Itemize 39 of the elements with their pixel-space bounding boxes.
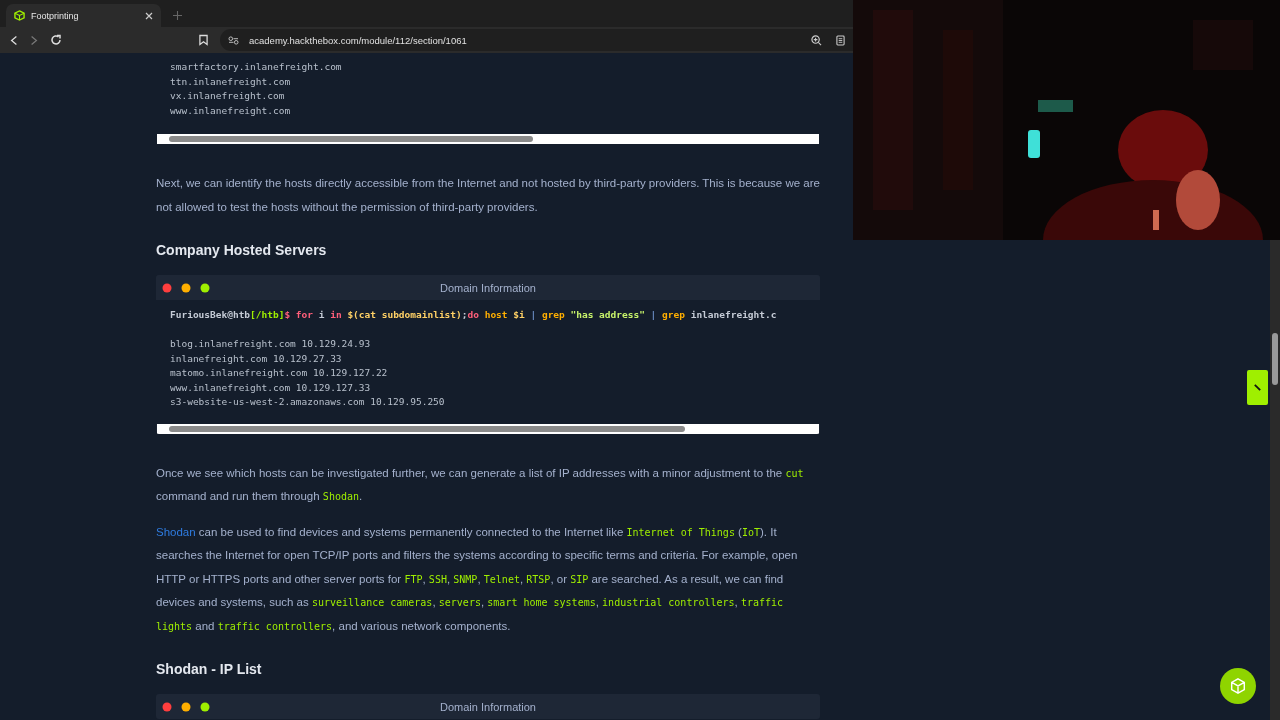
paragraph: Next, we can identify the hosts directly accessible from the Internet and not hosted by third-party providers. This is because we are not allowed to test the hosts without the permission of third-party providers. [156, 176, 820, 215]
close-icon[interactable] [145, 11, 153, 20]
new-tab-icon[interactable] [173, 11, 182, 20]
output-line: vx.inlanefreight.com [170, 89, 286, 104]
terminal-title: Domain Information [440, 700, 537, 713]
output-line: www.inlanefreight.com 10.129.127.33 [170, 380, 372, 395]
bookmark-icon[interactable] [199, 34, 208, 46]
output-line: ttn.inlanefreight.com [170, 74, 292, 89]
feedback-tab[interactable] [1247, 370, 1268, 405]
zoom-icon[interactable] [811, 34, 822, 46]
output-line: matomo.inlanefreight.com 10.129.127.22 [170, 366, 389, 381]
forward-icon[interactable] [30, 34, 38, 46]
reader-icon[interactable] [836, 34, 845, 46]
output-line: smartfactory.inlanefreight.com [170, 60, 343, 74]
browser-tab[interactable]: Footprinting [6, 4, 161, 27]
address-bar[interactable]: academy.hackthebox.com/module/112/section/1061 [220, 29, 853, 51]
paragraph: Once we see which hosts can be investigated further, we can generate a list of IP addresses with a minor adjustment to the cut command and run them through Shodan. [156, 465, 805, 505]
window-controls-icon [162, 282, 212, 293]
output-line: inlanefreight.com 10.129.27.33 [170, 351, 343, 366]
site-settings-icon[interactable] [228, 35, 239, 45]
pencil-icon [1253, 383, 1262, 392]
shodan-link[interactable]: Shodan [156, 525, 196, 538]
help-button[interactable] [1220, 668, 1256, 704]
scrollbar[interactable] [157, 134, 819, 145]
scrollbar[interactable] [157, 423, 819, 434]
output-line: s3-website-us-west-2.amazonaws.com 10.129.95.250 [170, 395, 446, 410]
paragraph: Shodan can be used to find devices and systems permanently connected to the Internet like Internet of Things (IoT). It searches the Internet for open TCP/IP ports and filters the systems according to specific terms and criteria. For example, open HTTP or HTTPS ports and other server ports for FTP, SSH, SNMP, Telnet, RTSP, or SIP are searched. As a result, we can find devices and systems, such as surveillance cameras, servers, smart home systems, industrial controllers, traffic lights and traffic controllers, and various network components. [156, 524, 799, 634]
output-line: blog.inlanefreight.com 10.129.24.93 [170, 336, 372, 351]
command-line: FuriousBek@htb[/htb]$ for i in $(cat subdomainlist);do host $i | grep "has address" | grep inlanefreight.c [170, 308, 778, 323]
terminal-title: Domain Information [440, 281, 537, 294]
window-controls-icon [162, 701, 212, 712]
section-heading: Company Hosted Servers [156, 242, 328, 259]
reload-icon[interactable] [50, 34, 62, 46]
section-heading: Shodan - IP List [156, 661, 263, 678]
cube-icon [14, 10, 25, 21]
page-scrollbar[interactable] [1270, 240, 1280, 720]
back-icon[interactable] [10, 34, 18, 46]
output-line: www.inlanefreight.com [170, 103, 292, 118]
cube-icon [1229, 677, 1247, 695]
